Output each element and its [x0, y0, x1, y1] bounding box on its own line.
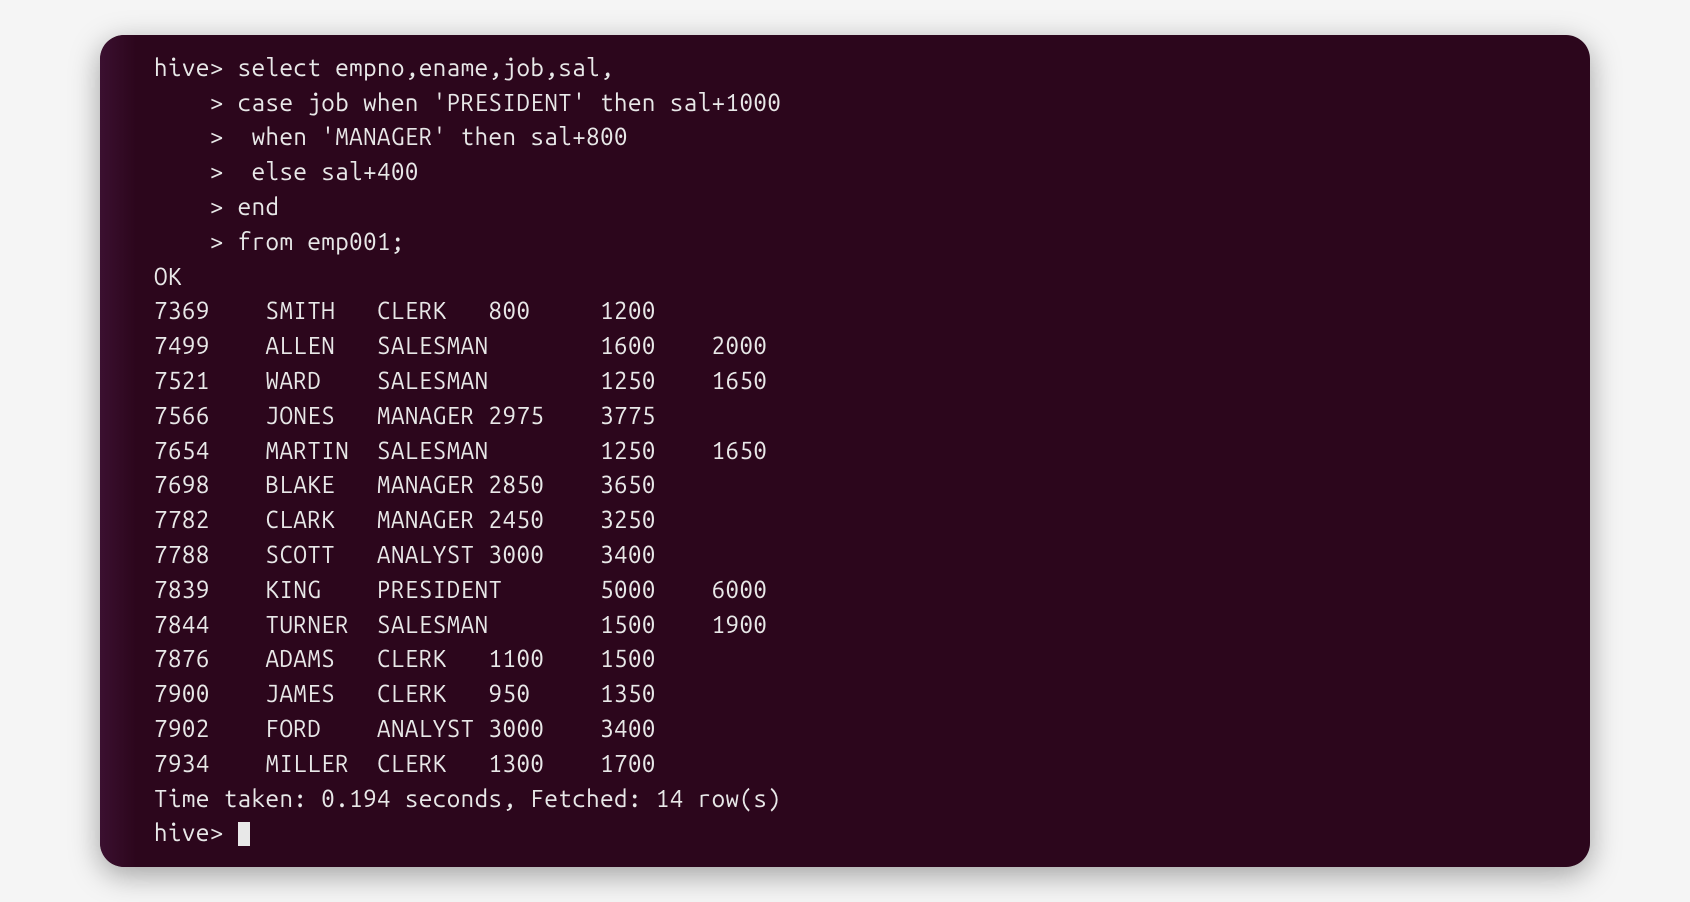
result-row: 7934 MILLER CLERK 1300 1700 — [154, 747, 1590, 782]
terminal-content[interactable]: hive> select empno,ename,job,sal, > case… — [100, 35, 1590, 867]
result-row: 7654 MARTIN SALESMAN 1250 1650 — [154, 434, 1590, 469]
result-row: 7782 CLARK MANAGER 2450 3250 — [154, 503, 1590, 538]
result-row: 7839 KING PRESIDENT 5000 6000 — [154, 573, 1590, 608]
result-row: 7369 SMITH CLERK 800 1200 — [154, 294, 1590, 329]
result-row: 7499 ALLEN SALESMAN 1600 2000 — [154, 329, 1590, 364]
cursor-icon — [238, 822, 250, 846]
result-row: 7788 SCOTT ANALYST 3000 3400 — [154, 538, 1590, 573]
status-ok: OK — [154, 260, 1590, 295]
query-line: > end — [154, 190, 1590, 225]
result-row: 7521 WARD SALESMAN 1250 1650 — [154, 364, 1590, 399]
result-row: 7566 JONES MANAGER 2975 3775 — [154, 399, 1590, 434]
prompt: hive> — [154, 819, 238, 846]
time-summary: Time taken: 0.194 seconds, Fetched: 14 r… — [154, 782, 1590, 817]
query-line: > when 'MANAGER' then sal+800 — [154, 120, 1590, 155]
result-row: 7698 BLAKE MANAGER 2850 3650 — [154, 468, 1590, 503]
query-line: hive> select empno,ename,job,sal, — [154, 51, 1590, 86]
result-row: 7900 JAMES CLERK 950 1350 — [154, 677, 1590, 712]
query-line: > else sal+400 — [154, 155, 1590, 190]
terminal-window[interactable]: hive> select empno,ename,job,sal, > case… — [100, 35, 1590, 867]
result-row: 7902 FORD ANALYST 3000 3400 — [154, 712, 1590, 747]
query-line: > case job when 'PRESIDENT' then sal+100… — [154, 86, 1590, 121]
prompt-line[interactable]: hive> — [154, 816, 1590, 851]
result-row: 7844 TURNER SALESMAN 1500 1900 — [154, 608, 1590, 643]
result-row: 7876 ADAMS CLERK 1100 1500 — [154, 642, 1590, 677]
query-line: > from emp001; — [154, 225, 1590, 260]
